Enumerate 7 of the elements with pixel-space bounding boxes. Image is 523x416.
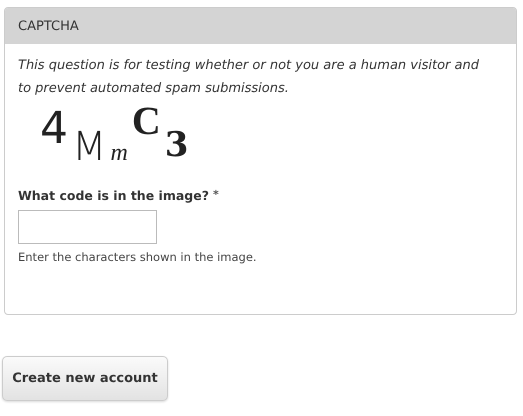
code-input-field[interactable]: [18, 210, 157, 244]
field-hint: Enter the characters shown in the image.: [18, 250, 258, 264]
panel-title: CAPTCHA: [5, 8, 516, 44]
description-text: This question is for testing whether or not you are a human visitor and to prevent automated spam submissions.: [18, 57, 480, 98]
required-mark: *: [212, 188, 219, 203]
field-label: What code is in the image?: [18, 188, 209, 203]
create-account-button[interactable]: Create new account: [2, 356, 168, 401]
